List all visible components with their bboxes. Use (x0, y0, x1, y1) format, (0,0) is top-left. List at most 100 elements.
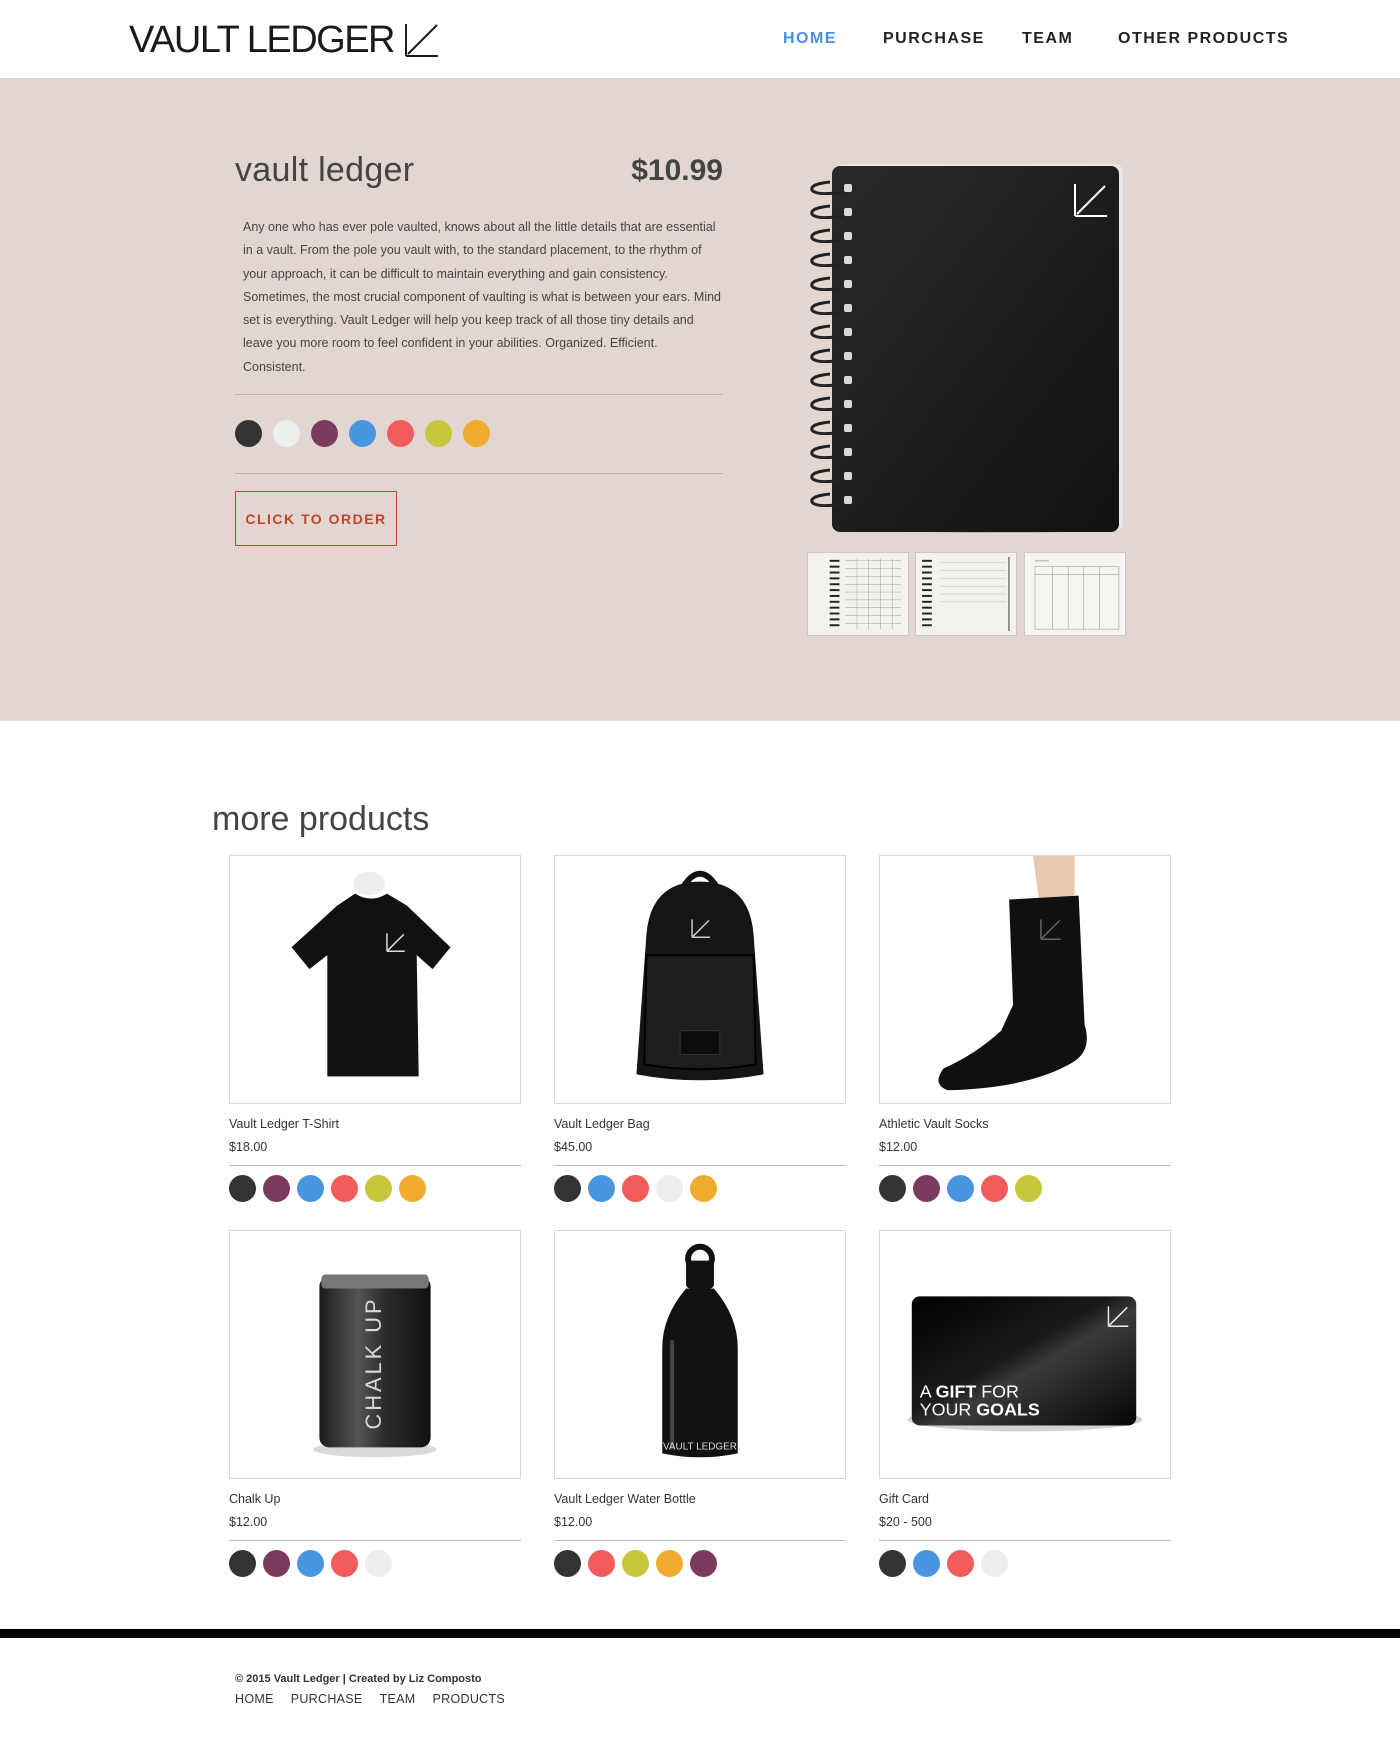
product-image-backpack[interactable] (554, 855, 846, 1104)
product-name[interactable]: Chalk Up (229, 1491, 521, 1507)
product-card[interactable]: VAULT LEDGER Vault Ledger Water Bottle $… (554, 1230, 846, 1577)
nav-home[interactable]: HOME (783, 27, 837, 51)
color-swatch[interactable] (399, 1175, 426, 1202)
spiral-hole (844, 232, 852, 240)
tshirt-icon (291, 871, 451, 1077)
color-swatch[interactable] (349, 420, 376, 447)
product-name[interactable]: Vault Ledger T-Shirt (229, 1116, 521, 1132)
color-swatch[interactable] (331, 1175, 358, 1202)
color-swatch[interactable] (947, 1550, 974, 1577)
divider (879, 1165, 1171, 1166)
color-swatch[interactable] (365, 1175, 392, 1202)
color-swatch[interactable] (554, 1175, 581, 1202)
spiral-hole (844, 376, 852, 384)
color-swatch[interactable] (297, 1175, 324, 1202)
product-image-gift-card[interactable]: A GIFT FOR YOUR GOALS (879, 1230, 1171, 1479)
divider (879, 1540, 1171, 1541)
footer-link-home[interactable]: HOME (235, 1692, 274, 1706)
notebook-image[interactable] (808, 162, 1125, 535)
color-swatch[interactable] (554, 1550, 581, 1577)
color-swatch[interactable] (656, 1550, 683, 1577)
product-card[interactable]: A GIFT FOR YOUR GOALS Gift Card $20 - 50… (879, 1230, 1171, 1577)
chalk-can-icon: CHALK UP (313, 1274, 437, 1458)
footer-link-purchase[interactable]: PURCHASE (291, 1692, 363, 1706)
gift-card-line-2: YOUR GOALS (920, 1400, 1040, 1420)
color-swatch[interactable] (690, 1550, 717, 1577)
color-swatch[interactable] (463, 420, 490, 447)
color-swatch[interactable] (981, 1550, 1008, 1577)
footer-divider-bar (0, 1629, 1400, 1638)
product-name[interactable]: Gift Card (879, 1491, 1171, 1507)
product-image-water-bottle[interactable]: VAULT LEDGER (554, 1230, 846, 1479)
color-swatch[interactable] (229, 1175, 256, 1202)
thumbnail-log-sheet[interactable] (807, 552, 909, 636)
color-swatch[interactable] (235, 420, 262, 447)
color-swatch[interactable] (913, 1175, 940, 1202)
nav-team[interactable]: TEAM (1022, 27, 1073, 51)
divider (235, 473, 723, 474)
spiral-hole (844, 448, 852, 456)
color-swatch[interactable] (263, 1175, 290, 1202)
color-swatch[interactable] (263, 1550, 290, 1577)
color-swatch[interactable] (622, 1550, 649, 1577)
color-swatch[interactable] (365, 1550, 392, 1577)
color-swatch[interactable] (229, 1550, 256, 1577)
color-swatch[interactable] (273, 420, 300, 447)
color-swatch[interactable] (1015, 1175, 1042, 1202)
spiral-hole (844, 472, 852, 480)
product-card[interactable]: CHALK UP Chalk Up $12.00 (229, 1230, 521, 1577)
color-swatch[interactable] (690, 1175, 717, 1202)
hero-product-section: vault ledger $10.99 Any one who has ever… (0, 78, 1400, 721)
chalk-label: CHALK UP (361, 1296, 386, 1429)
product-price: $12.00 (229, 1515, 268, 1529)
spiral-hole (844, 496, 852, 504)
color-swatch[interactable] (311, 420, 338, 447)
product-image-tshirt[interactable] (229, 855, 521, 1104)
product-image-sock[interactable] (879, 855, 1171, 1104)
product-card[interactable]: Vault Ledger Bag $45.00 (554, 855, 846, 1202)
footer-link-team[interactable]: TEAM (380, 1692, 416, 1706)
brand-name: VAULT LEDGER (129, 19, 395, 61)
color-swatch[interactable] (588, 1550, 615, 1577)
color-swatch[interactable] (331, 1550, 358, 1577)
color-swatch[interactable] (622, 1175, 649, 1202)
nav-purchase[interactable]: PURCHASE (883, 27, 985, 51)
thumbnail-chart-page[interactable] (1024, 552, 1126, 636)
nav-other-products[interactable]: OTHER PRODUCTS (1118, 27, 1289, 51)
spiral-hole (844, 328, 852, 336)
product-price: $18.00 (229, 1140, 268, 1154)
water-bottle-icon: VAULT LEDGER (662, 1243, 738, 1458)
bottle-label: VAULT LEDGER (663, 1441, 737, 1452)
product-card[interactable]: Athletic Vault Socks $12.00 (879, 855, 1171, 1202)
color-swatch[interactable] (879, 1175, 906, 1202)
product-name[interactable]: Vault Ledger Bag (554, 1116, 846, 1132)
thumbnail-notes-page[interactable] (915, 552, 1017, 636)
color-swatches (229, 1550, 521, 1577)
footer-link-products[interactable]: PRODUCTS (433, 1692, 506, 1706)
backpack-icon (636, 870, 764, 1081)
product-name[interactable]: Athletic Vault Socks (879, 1116, 1171, 1132)
product-price: $12.00 (554, 1515, 593, 1529)
product-card[interactable]: Vault Ledger T-Shirt $18.00 (229, 855, 521, 1202)
color-swatch[interactable] (913, 1550, 940, 1577)
color-swatch[interactable] (947, 1175, 974, 1202)
color-swatch[interactable] (879, 1550, 906, 1577)
color-swatches (879, 1175, 1171, 1202)
color-swatch[interactable] (656, 1175, 683, 1202)
spiral-hole (844, 352, 852, 360)
color-swatches (879, 1550, 1171, 1577)
product-image-chalk-can[interactable]: CHALK UP (229, 1230, 521, 1479)
color-swatch[interactable] (387, 420, 414, 447)
logo-arrow-icon (404, 24, 438, 57)
product-name[interactable]: Vault Ledger Water Bottle (554, 1491, 846, 1507)
divider (554, 1540, 846, 1541)
color-swatch[interactable] (297, 1550, 324, 1577)
spiral-hole (844, 400, 852, 408)
color-swatches (554, 1550, 846, 1577)
color-swatch[interactable] (425, 420, 452, 447)
brand-logo[interactable]: VAULT LEDGER (129, 18, 440, 62)
color-swatch[interactable] (981, 1175, 1008, 1202)
color-swatch[interactable] (588, 1175, 615, 1202)
more-products-heading: more products (212, 800, 430, 838)
click-to-order-button[interactable]: CLICK TO ORDER (235, 491, 397, 546)
